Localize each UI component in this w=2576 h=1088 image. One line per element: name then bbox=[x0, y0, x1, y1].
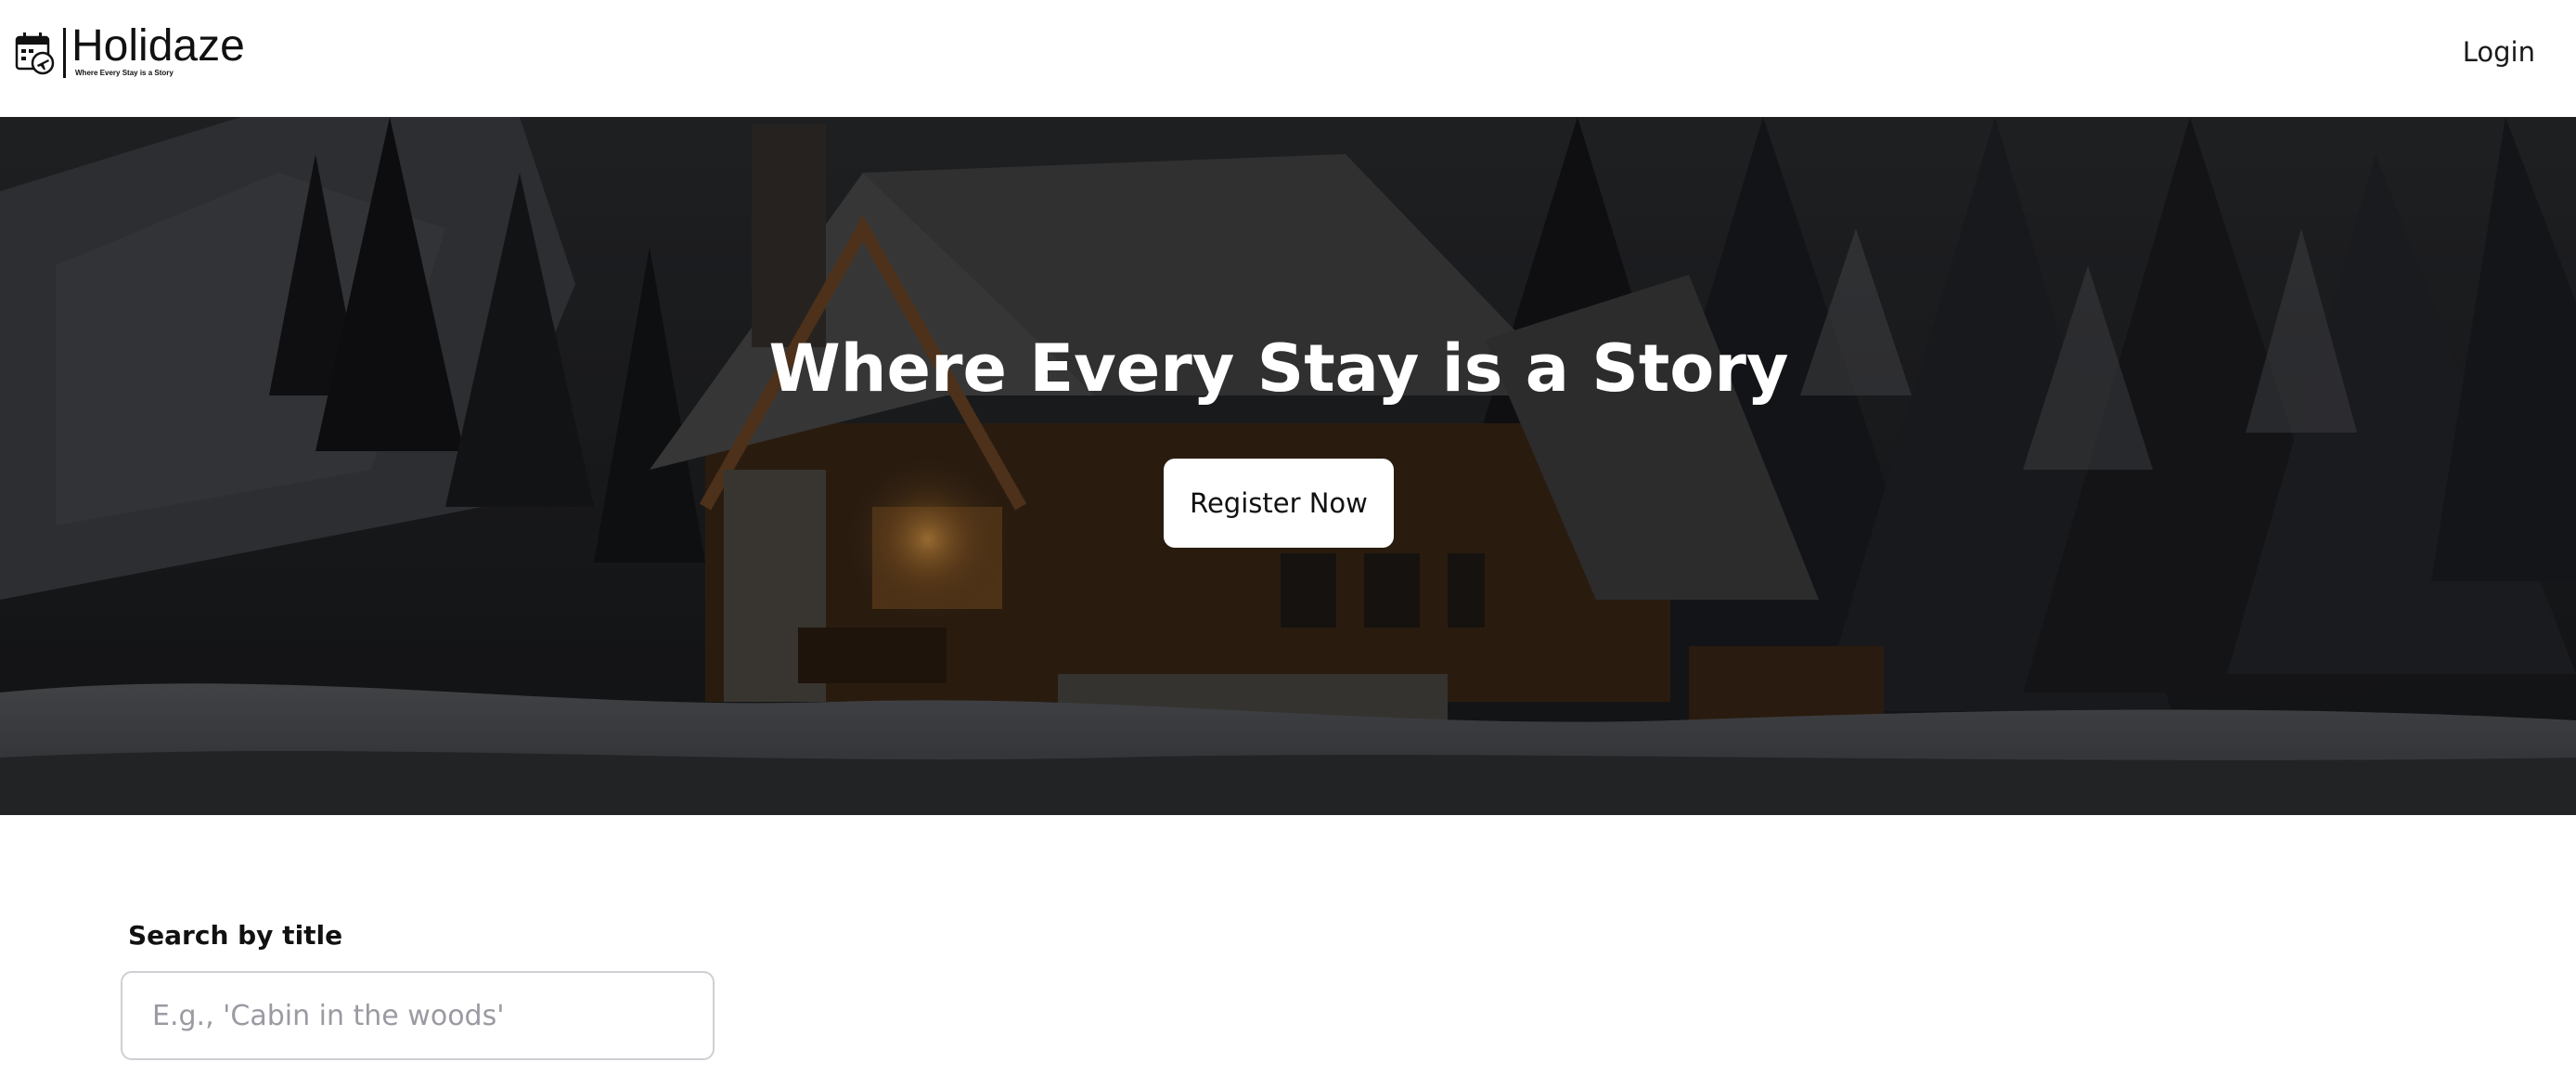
login-link[interactable]: Login bbox=[2463, 33, 2535, 71]
register-now-button[interactable]: Register Now bbox=[1164, 459, 1394, 548]
search-section: Search by title bbox=[0, 815, 2576, 1088]
search-label: Search by title bbox=[128, 920, 343, 951]
logo[interactable]: Holidaze Where Every Stay is a Story bbox=[15, 21, 257, 82]
logo-tagline: Where Every Stay is a Story bbox=[75, 69, 174, 77]
logo-divider bbox=[63, 28, 66, 78]
calendar-airplane-icon bbox=[15, 32, 55, 75]
hero-banner: Where Every Stay is a Story Register Now bbox=[0, 117, 2576, 815]
search-input[interactable] bbox=[121, 971, 715, 1060]
logo-title: Holidaze bbox=[71, 21, 245, 71]
hero-title: Where Every Stay is a Story bbox=[768, 330, 1789, 407]
logo-text: Holidaze Where Every Stay is a Story bbox=[71, 21, 257, 82]
site-header: Holidaze Where Every Stay is a Story Log… bbox=[0, 0, 2576, 117]
